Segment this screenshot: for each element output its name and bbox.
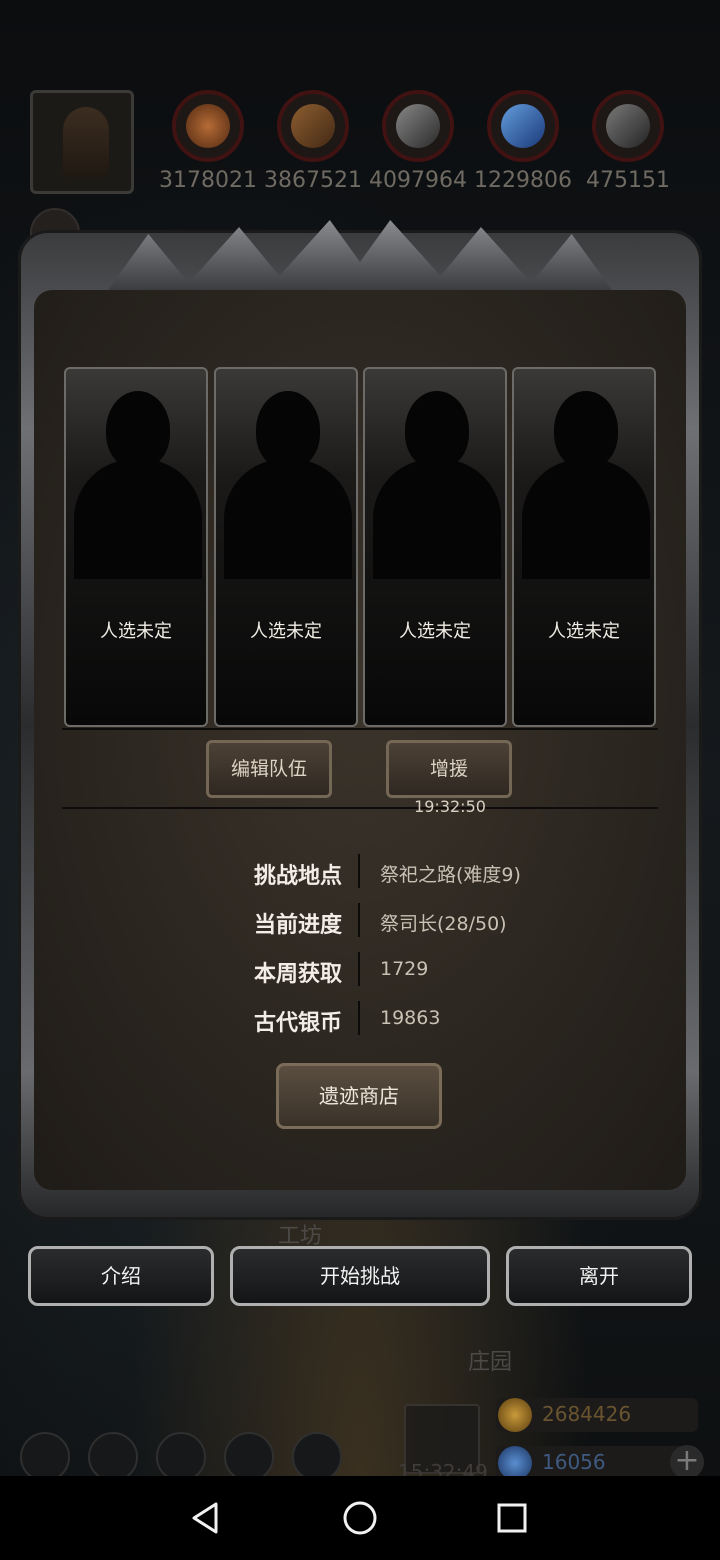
mail-icon[interactable]: [224, 1432, 274, 1482]
reinforce-timer: 19:32:50: [414, 797, 486, 816]
gem-icon: [498, 1446, 532, 1480]
info-value: 1729: [380, 958, 429, 980]
hooded-figure-icon: [63, 107, 109, 177]
relic-shop-button[interactable]: 遗迹商店: [276, 1063, 442, 1129]
challenge-info: 挑战地点 祭祀之路(难度9) 当前进度 祭司长(28/50) 本周获取 1729…: [180, 852, 600, 1048]
resource-steel[interactable]: 475151: [578, 90, 678, 193]
gem-counter: 16056: [496, 1446, 698, 1480]
silhouette-icon: [554, 391, 618, 469]
silhouette-icon: [405, 391, 469, 469]
info-label: 本周获取: [253, 962, 342, 987]
reinforce-button[interactable]: 增援: [386, 740, 512, 798]
settings-icon[interactable]: [20, 1432, 70, 1482]
silhouette-icon: [106, 391, 170, 469]
back-icon[interactable]: [176, 1492, 236, 1544]
steel-icon: [592, 90, 664, 162]
slot-label: 人选未定: [399, 621, 471, 642]
info-label: 挑战地点: [253, 864, 342, 889]
manor-label: 庄园: [468, 1350, 513, 1375]
gem-value: 16056: [542, 1450, 606, 1474]
team-slots: 人选未定 人选未定 人选未定 人选未定: [64, 367, 658, 729]
info-value: 祭司长(28/50): [380, 913, 507, 935]
crystal-icon: [487, 90, 559, 162]
resource-iron[interactable]: 4097964: [368, 90, 468, 193]
gold-value: 2684426: [542, 1402, 632, 1426]
info-row: 本周获取 1729: [180, 950, 600, 999]
info-row: 古代银币 19863: [180, 999, 600, 1048]
crest-icon[interactable]: [292, 1432, 342, 1482]
castle-icon[interactable]: [156, 1432, 206, 1482]
info-row: 挑战地点 祭祀之路(难度9): [180, 852, 600, 901]
home-icon[interactable]: [330, 1492, 390, 1544]
slot-label: 人选未定: [250, 621, 322, 642]
info-label: 当前进度: [253, 913, 342, 938]
slot-label: 人选未定: [100, 621, 172, 642]
leave-button[interactable]: 离开: [506, 1246, 692, 1306]
frame-ornament: [108, 220, 612, 290]
iron-icon: [382, 90, 454, 162]
silhouette-icon: [256, 391, 320, 469]
info-label: 古代银币: [253, 1011, 342, 1036]
add-currency-icon[interactable]: +: [670, 1445, 704, 1479]
resource-ore[interactable]: 3178021: [158, 90, 258, 193]
resource-value: 4097964: [369, 168, 467, 193]
team-slot[interactable]: 人选未定: [214, 367, 358, 727]
resource-value: 475151: [586, 168, 670, 193]
edit-team-button[interactable]: 编辑队伍: [206, 740, 332, 798]
resource-wood[interactable]: 3867521: [263, 90, 363, 193]
resource-value: 3178021: [159, 168, 257, 193]
team-slot[interactable]: 人选未定: [512, 367, 656, 727]
gold-counter: 2684426: [496, 1398, 698, 1432]
resource-value: 3867521: [264, 168, 362, 193]
system-nav-bar: [0, 1476, 720, 1560]
info-value: 19863: [380, 1007, 441, 1029]
ore-icon: [172, 90, 244, 162]
divider: [62, 807, 658, 809]
player-avatar[interactable]: [30, 90, 134, 194]
team-slot[interactable]: 人选未定: [64, 367, 208, 727]
info-value: 祭祀之路(难度9): [380, 864, 521, 886]
resource-value: 1229806: [474, 168, 572, 193]
star-icon[interactable]: [88, 1432, 138, 1482]
resource-crystal[interactable]: 1229806: [473, 90, 573, 193]
intro-button[interactable]: 介绍: [28, 1246, 214, 1306]
recents-icon[interactable]: [482, 1492, 542, 1544]
start-challenge-button[interactable]: 开始挑战: [230, 1246, 490, 1306]
team-slot[interactable]: 人选未定: [363, 367, 507, 727]
slot-label: 人选未定: [548, 621, 620, 642]
wood-icon: [277, 90, 349, 162]
gold-coin-icon: [498, 1398, 532, 1432]
divider: [62, 728, 658, 730]
info-row: 当前进度 祭司长(28/50): [180, 901, 600, 950]
